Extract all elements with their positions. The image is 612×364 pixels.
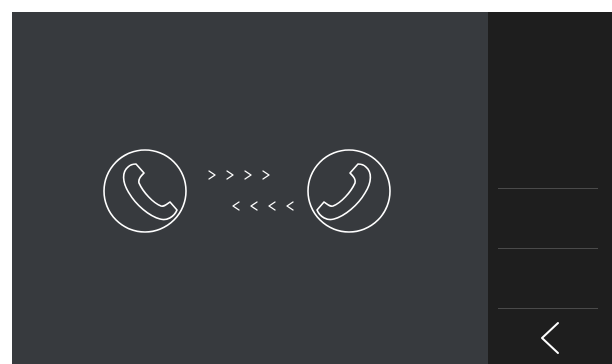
chevron-left-icon — [541, 322, 559, 354]
intercom-screen — [12, 12, 612, 364]
sidebar-slot-lower — [488, 249, 612, 308]
call-panel — [12, 12, 488, 364]
outgoing-arrows — [208, 170, 270, 180]
sidebar-slot-top — [488, 12, 612, 188]
left-phone-icon — [103, 149, 187, 233]
call-connection-diagram — [103, 149, 391, 233]
sidebar-slot-middle — [488, 189, 612, 248]
incoming-arrows — [232, 201, 294, 211]
sidebar — [488, 12, 612, 364]
back-button[interactable] — [488, 309, 612, 364]
right-phone-icon — [307, 149, 391, 233]
